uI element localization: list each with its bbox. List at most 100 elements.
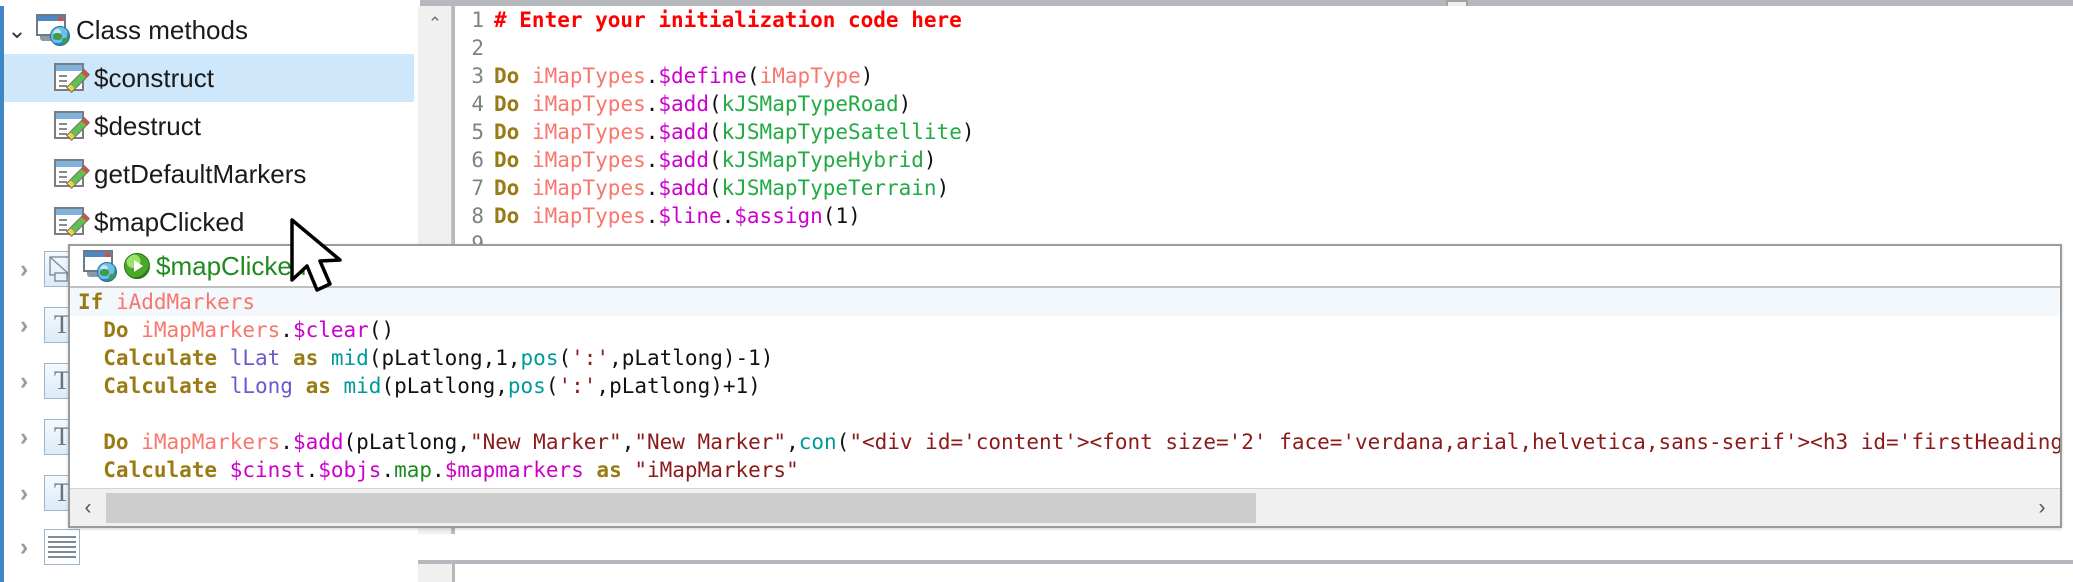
code-token: (pLatlong, <box>343 430 470 454</box>
code-token: "New Marker" <box>469 430 622 454</box>
method-preview-popup[interactable]: $mapClicked() If iAddMarkers Do iMapMark… <box>68 244 2062 528</box>
code-token: "iMapMarkers" <box>634 458 799 482</box>
code-token: map <box>394 458 433 482</box>
editor-code-line[interactable]: 7 Do iMapTypes.$add(kJSMapTypeTerrain) <box>458 174 2073 202</box>
editor-code-line[interactable]: 1 # Enter your initialization code here <box>458 6 2073 34</box>
method-doc-icon <box>48 198 94 246</box>
play-icon[interactable] <box>124 253 150 279</box>
scroll-left-icon[interactable]: ‹ <box>70 489 106 526</box>
editor-code-line[interactable]: 5 Do iMapTypes.$add(kJSMapTypeSatellite) <box>458 118 2073 146</box>
line-number: 5 <box>471 120 484 144</box>
hscroll-track[interactable] <box>106 492 2024 523</box>
hscroll-thumb[interactable] <box>106 492 1256 523</box>
tree-item-label: getDefaultMarkers <box>94 158 307 189</box>
code-token: ) <box>923 148 937 172</box>
tree-item-destruct[interactable]: $destruct <box>4 102 414 150</box>
editor-code-line[interactable]: 6 Do iMapTypes.$add(kJSMapTypeHybrid) <box>458 146 2073 174</box>
popup-code-line[interactable]: Calculate lLat as mid(pLatlong,1,pos(':'… <box>70 344 2060 372</box>
chevron-right-icon[interactable]: › <box>4 534 44 560</box>
editor-code-lines[interactable]: 1 # Enter your initialization code here 2 3… <box>458 6 2073 246</box>
code-token: (pLatlong,1, <box>368 346 521 370</box>
method-doc-icon <box>48 102 94 150</box>
tree-item-construct[interactable]: $construct <box>4 54 414 102</box>
code-token: ( <box>708 176 722 200</box>
editor-code-line[interactable]: 8 Do iMapTypes.$line.$assign(1) <box>458 202 2073 230</box>
code-token: iMapTypes <box>531 120 646 144</box>
code-token: . <box>305 458 319 482</box>
code-token: kJSMapTypeRoad <box>721 92 899 116</box>
code-token: $add <box>292 430 344 454</box>
tree-item-label: $mapClicked <box>94 206 245 237</box>
scroll-right-icon[interactable]: › <box>2024 489 2060 526</box>
code-token: Do <box>494 204 532 228</box>
popup-code-line[interactable]: If iAddMarkers <box>70 288 2060 316</box>
code-token: ( <box>708 120 722 144</box>
chevron-right-icon[interactable]: › <box>4 480 44 506</box>
code-token: Do <box>78 318 142 342</box>
code-token: Do <box>494 120 532 144</box>
code-token: ( <box>558 346 572 370</box>
popup-code-line[interactable]: Do iMapMarkers.$clear() <box>70 316 2060 344</box>
code-token: $line <box>658 204 722 228</box>
popup-code-line[interactable] <box>70 400 2060 428</box>
code-token: lLong <box>229 374 293 398</box>
popup-code-line[interactable]: Do iMapMarkers.$add(pLatlong,"New Marker… <box>70 428 2060 456</box>
code-token: lLat <box>229 346 281 370</box>
code-token: $add <box>658 148 709 172</box>
popup-code-body[interactable]: If iAddMarkers Do iMapMarkers.$clear() C… <box>70 288 2060 484</box>
code-token: # Enter your initialization code here <box>494 8 962 32</box>
tree-root-label: Class methods <box>76 14 248 45</box>
code-token: kJSMapTypeSatellite <box>721 120 962 144</box>
bottom-white-area <box>418 534 2073 582</box>
popup-code-line[interactable]: Calculate lLong as mid(pLatlong,pos(':',… <box>70 372 2060 400</box>
code-token: $add <box>658 176 709 200</box>
code-token: ,pLatlong)+1) <box>596 374 761 398</box>
popup-title: $mapClicked() <box>156 250 324 281</box>
tree-root-class-methods[interactable]: ⌄ Class methods <box>4 6 414 54</box>
code-token: (pLatlong, <box>381 374 508 398</box>
code-token: ':' <box>571 346 610 370</box>
popup-header: $mapClicked() <box>70 246 2060 288</box>
component-row-list[interactable]: › <box>4 522 104 572</box>
code-token: iMapMarkers <box>141 430 281 454</box>
chevron-right-icon[interactable]: › <box>4 312 44 338</box>
code-token: Do <box>78 430 142 454</box>
editor-code-line[interactable]: 2 <box>458 34 2073 62</box>
monitor-globe-icon <box>30 6 76 54</box>
line-number: 6 <box>471 148 484 172</box>
code-token: . <box>432 458 445 482</box>
chevron-right-icon[interactable]: › <box>4 424 44 450</box>
chevron-right-icon[interactable]: › <box>4 256 44 282</box>
code-token: Calculate <box>78 458 230 482</box>
code-token: . <box>721 204 735 228</box>
popup-horizontal-scrollbar[interactable]: ‹ › <box>70 488 2060 526</box>
bottom-gutter-divider <box>452 564 455 582</box>
code-token: . <box>645 176 659 200</box>
chevron-down-icon[interactable]: ⌄ <box>4 6 30 54</box>
code-token: iMapTypes <box>531 204 646 228</box>
code-token: 1 <box>835 204 849 228</box>
code-token: $define <box>658 64 747 88</box>
tree-item-getdefaultmarkers[interactable]: getDefaultMarkers <box>4 150 414 198</box>
line-number: 1 <box>471 8 484 32</box>
chevron-right-icon[interactable]: › <box>4 368 44 394</box>
scroll-up-icon[interactable]: ⌃ <box>420 10 450 38</box>
code-token: $cinst <box>229 458 306 482</box>
method-doc-icon <box>48 150 94 198</box>
tree-item-label: $construct <box>94 62 214 93</box>
code-token: ( <box>545 374 559 398</box>
code-token: iMapTypes <box>531 176 646 200</box>
editor-code-line[interactable]: 4 Do iMapTypes.$add(kJSMapTypeRoad) <box>458 90 2073 118</box>
tree-item-mapclicked[interactable]: $mapClicked <box>4 198 414 246</box>
lines-list-icon <box>44 529 80 565</box>
code-token: "<div id='content'><font size='2' face='… <box>849 430 2060 454</box>
line-number: 3 <box>471 64 484 88</box>
editor-code-line[interactable]: 3 Do iMapTypes.$define(iMapType) <box>458 62 2073 90</box>
code-token: () <box>368 318 395 342</box>
code-token: Do <box>494 148 532 172</box>
code-token: con <box>798 430 837 454</box>
popup-code-line[interactable]: Calculate $cinst.$objs.map.$mapmarkers a… <box>70 456 2060 484</box>
line-number: 4 <box>471 92 484 116</box>
code-token: ':' <box>558 374 597 398</box>
